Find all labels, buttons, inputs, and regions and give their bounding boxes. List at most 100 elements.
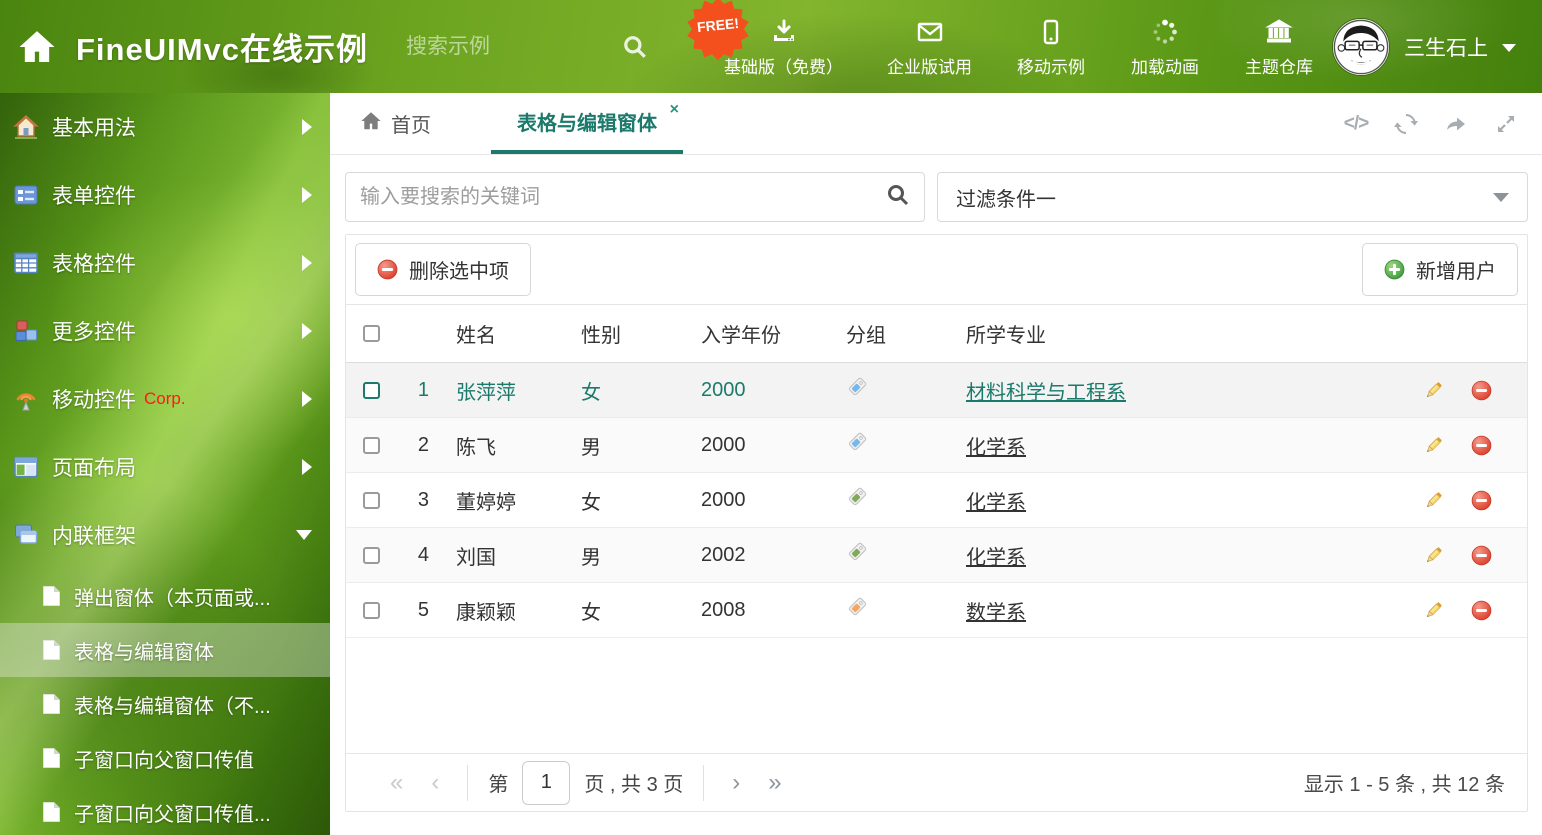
header-action-2[interactable]: 移动示例 bbox=[1016, 16, 1086, 78]
major-link[interactable]: 材料科学与工程系 bbox=[966, 382, 1126, 404]
page-number-input[interactable] bbox=[522, 761, 570, 805]
table-row[interactable]: 4刘国男2002化学系 bbox=[346, 528, 1527, 583]
sidebar-item-5[interactable]: 页面布局 bbox=[0, 433, 330, 501]
row-checkbox[interactable] bbox=[363, 437, 380, 454]
delete-selected-button[interactable]: 删除选中项 bbox=[355, 243, 531, 296]
close-icon[interactable]: × bbox=[670, 101, 679, 119]
major-link[interactable]: 化学系 bbox=[966, 437, 1026, 459]
sidebar-subitem-label: 弹出窗体（本页面或... bbox=[74, 582, 271, 611]
table-row[interactable]: 2陈飞男2000化学系 bbox=[346, 418, 1527, 473]
home-icon[interactable] bbox=[16, 26, 58, 68]
delete-icon[interactable] bbox=[1471, 490, 1492, 511]
divider bbox=[467, 765, 468, 801]
table-row[interactable]: 3董婷婷女2000化学系 bbox=[346, 473, 1527, 528]
table-header-row: 姓名性别入学年份分组所学专业 bbox=[346, 305, 1527, 363]
sidebar-item-label: 表单控件 bbox=[52, 180, 136, 210]
row-checkbox[interactable] bbox=[363, 547, 380, 564]
add-user-button[interactable]: 新增用户 bbox=[1362, 243, 1518, 296]
cell-name: 陈飞 bbox=[441, 431, 566, 460]
edit-icon[interactable] bbox=[1423, 435, 1444, 456]
row-checkbox[interactable] bbox=[363, 602, 380, 619]
divider bbox=[703, 765, 704, 801]
avatar[interactable] bbox=[1332, 18, 1390, 76]
sidebar-item-0[interactable]: 基本用法 bbox=[0, 93, 330, 161]
app-title: FineUIMvc在线示例 bbox=[76, 24, 368, 69]
sidebar-item-6[interactable]: 内联框架 bbox=[0, 501, 330, 569]
header-action-0[interactable]: 基础版（免费） bbox=[724, 16, 843, 78]
tab-grid-edit-window[interactable]: 表格与编辑窗体 × bbox=[491, 93, 683, 154]
column-header-gender[interactable]: 性别 bbox=[566, 319, 686, 348]
record-count-summary: 显示 1 - 5 条 , 共 12 条 bbox=[1304, 768, 1505, 797]
cubes-icon bbox=[13, 318, 39, 344]
edit-icon[interactable] bbox=[1423, 490, 1444, 511]
spinner-icon bbox=[1151, 16, 1179, 46]
edit-icon[interactable] bbox=[1423, 380, 1444, 401]
cell-year: 2002 bbox=[686, 544, 831, 567]
major-link[interactable]: 数学系 bbox=[966, 602, 1026, 624]
column-header-group[interactable]: 分组 bbox=[831, 319, 951, 348]
sidebar-item-label: 页面布局 bbox=[52, 452, 136, 482]
sidebar-subitem-6-3[interactable]: 子窗口向父窗口传值 bbox=[0, 731, 330, 785]
filter-dropdown-value: 过滤条件一 bbox=[956, 183, 1056, 212]
sidebar-item-4[interactable]: 移动控件Corp. bbox=[0, 365, 330, 433]
header-search-input[interactable] bbox=[406, 35, 556, 59]
row-number: 2 bbox=[396, 434, 441, 457]
expand-icon[interactable] bbox=[1494, 112, 1518, 136]
phone-icon bbox=[1037, 16, 1065, 46]
edit-icon[interactable] bbox=[1423, 545, 1444, 566]
sidebar-subitem-6-1[interactable]: 表格与编辑窗体 bbox=[0, 623, 330, 677]
refresh-icon[interactable] bbox=[1394, 112, 1418, 136]
next-page-button[interactable]: › bbox=[718, 769, 754, 797]
sidebar-subitem-6-4[interactable]: 子窗口向父窗口传值... bbox=[0, 785, 330, 835]
antenna-icon bbox=[13, 386, 39, 412]
major-link[interactable]: 化学系 bbox=[966, 492, 1026, 514]
chevron-down-icon bbox=[1502, 44, 1516, 52]
major-link[interactable]: 化学系 bbox=[966, 547, 1026, 569]
plus-circle-icon bbox=[1384, 259, 1405, 280]
sidebar-subitem-6-2[interactable]: 表格与编辑窗体（不... bbox=[0, 677, 330, 731]
header-action-label: 加载动画 bbox=[1131, 53, 1199, 78]
sidebar-item-3[interactable]: 更多控件 bbox=[0, 297, 330, 365]
delete-icon[interactable] bbox=[1471, 380, 1492, 401]
cell-major: 材料科学与工程系 bbox=[951, 376, 1417, 405]
row-checkbox[interactable] bbox=[363, 382, 380, 399]
sidebar-item-2[interactable]: 表格控件 bbox=[0, 229, 330, 297]
keyword-search-input[interactable] bbox=[360, 186, 886, 209]
column-header-year[interactable]: 入学年份 bbox=[686, 319, 831, 348]
cell-actions bbox=[1417, 490, 1527, 511]
source-code-icon[interactable]: </> bbox=[1344, 112, 1368, 136]
sidebar-subitem-6-0[interactable]: 弹出窗体（本页面或... bbox=[0, 569, 330, 623]
delete-icon[interactable] bbox=[1471, 545, 1492, 566]
column-header-name[interactable]: 姓名 bbox=[441, 319, 566, 348]
filter-dropdown[interactable]: 过滤条件一 bbox=[937, 172, 1528, 222]
last-page-button[interactable]: » bbox=[754, 769, 795, 797]
select-all-checkbox[interactable] bbox=[363, 325, 380, 342]
filter-row: 过滤条件一 bbox=[330, 155, 1542, 234]
search-icon[interactable] bbox=[622, 34, 648, 60]
cell-name: 刘国 bbox=[441, 541, 566, 570]
column-header-major[interactable]: 所学专业 bbox=[951, 319, 1417, 348]
header-action-4[interactable]: 主题仓库 bbox=[1244, 16, 1314, 78]
sidebar-item-1[interactable]: 表单控件 bbox=[0, 161, 330, 229]
row-check-cell bbox=[346, 602, 396, 619]
cell-major: 化学系 bbox=[951, 486, 1417, 515]
chevron-right-icon bbox=[302, 187, 312, 203]
delete-icon[interactable] bbox=[1471, 435, 1492, 456]
table-row[interactable]: 5康颖颖女2008数学系 bbox=[346, 583, 1527, 638]
open-new-window-icon[interactable] bbox=[1444, 112, 1468, 136]
edit-icon[interactable] bbox=[1423, 600, 1444, 621]
search-icon[interactable] bbox=[886, 183, 910, 212]
first-page-button[interactable]: « bbox=[376, 769, 417, 797]
delete-icon[interactable] bbox=[1471, 600, 1492, 621]
header-actions: 基础版（免费） 企业版试用移动示例加载动画 主题仓库 bbox=[724, 0, 1314, 93]
row-checkbox[interactable] bbox=[363, 492, 380, 509]
table-row[interactable]: 1张萍萍女2000材料科学与工程系 bbox=[346, 363, 1527, 418]
grid-panel: 删除选中项 新增用户 姓名性别入学年份分组所学专业1张萍萍女2000材料科学与工… bbox=[345, 234, 1528, 812]
user-menu[interactable]: 三生石上 bbox=[1332, 0, 1516, 93]
tab-home[interactable]: 首页 bbox=[334, 93, 457, 154]
row-check-cell bbox=[346, 547, 396, 564]
header-action-1[interactable]: 企业版试用 bbox=[887, 16, 972, 78]
header-action-3[interactable]: 加载动画 bbox=[1130, 16, 1200, 78]
cell-actions bbox=[1417, 545, 1527, 566]
prev-page-button[interactable]: ‹ bbox=[417, 769, 453, 797]
